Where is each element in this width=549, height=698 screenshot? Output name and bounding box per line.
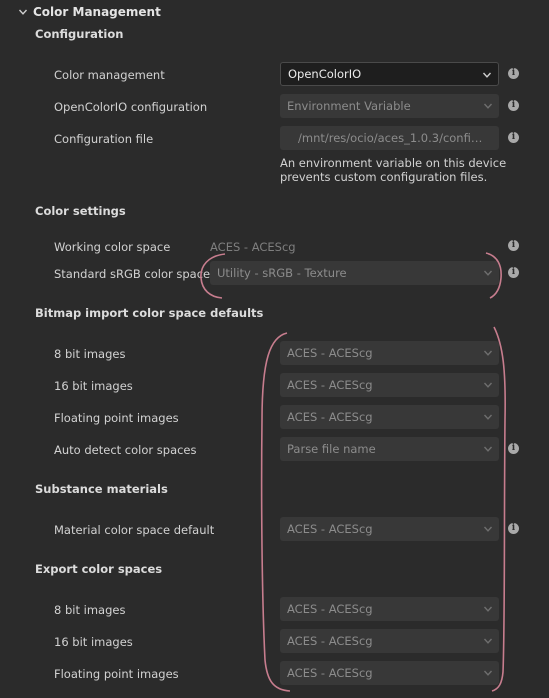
chevron-down-icon bbox=[482, 72, 492, 78]
auto-detect-select[interactable]: Parse file name bbox=[280, 437, 499, 461]
working-color-space-value: ACES - ACEScg bbox=[210, 240, 296, 254]
info-icon[interactable]: i bbox=[508, 100, 519, 111]
color-management-value: OpenColorIO bbox=[288, 67, 362, 81]
bitmap-16bit-value: ACES - ACEScg bbox=[287, 378, 373, 392]
substance-title: Substance materials bbox=[35, 482, 168, 496]
color-management-select[interactable]: OpenColorIO bbox=[280, 62, 499, 86]
bitmap-import-title: Bitmap import color space defaults bbox=[35, 306, 264, 320]
color-management-header[interactable]: Color Management bbox=[18, 5, 161, 19]
working-color-space-label: Working color space bbox=[54, 240, 171, 254]
info-icon[interactable]: i bbox=[508, 240, 519, 251]
auto-detect-label: Auto detect color spaces bbox=[54, 443, 197, 457]
info-icon[interactable]: i bbox=[508, 68, 519, 79]
info-icon[interactable]: i bbox=[508, 267, 519, 278]
info-icon[interactable]: i bbox=[508, 443, 519, 454]
chevron-down-icon bbox=[483, 414, 493, 420]
material-color-space-label: Material color space default bbox=[54, 523, 215, 537]
chevron-down-icon bbox=[18, 9, 28, 15]
export-16bit-value: ACES - ACEScg bbox=[287, 634, 373, 648]
material-color-space-value: ACES - ACEScg bbox=[287, 522, 373, 536]
bitmap-8bit-select[interactable]: ACES - ACEScg bbox=[280, 341, 499, 365]
bitmap-8bit-label: 8 bit images bbox=[54, 347, 126, 361]
bitmap-float-select[interactable]: ACES - ACEScg bbox=[280, 405, 499, 429]
bitmap-float-value: ACES - ACEScg bbox=[287, 410, 373, 424]
ocio-config-select[interactable]: Environment Variable bbox=[280, 94, 499, 118]
bitmap-float-label: Floating point images bbox=[54, 411, 179, 425]
chevron-down-icon bbox=[483, 670, 493, 676]
color-settings-title: Color settings bbox=[35, 204, 126, 218]
export-8bit-value: ACES - ACEScg bbox=[287, 602, 373, 616]
export-float-label: Floating point images bbox=[54, 667, 179, 681]
config-file-label: Configuration file bbox=[54, 132, 154, 146]
export-8bit-label: 8 bit images bbox=[54, 603, 126, 617]
ocio-config-label: OpenColorIO configuration bbox=[54, 100, 208, 114]
chevron-down-icon bbox=[483, 270, 493, 276]
config-file-input[interactable]: /mnt/res/ocio/aces_1.0.3/config... bbox=[280, 126, 499, 150]
srgb-color-space-value: Utility - sRGB - Texture bbox=[217, 266, 347, 280]
chevron-down-icon bbox=[483, 446, 493, 452]
chevron-down-icon bbox=[483, 638, 493, 644]
chevron-down-icon bbox=[483, 382, 493, 388]
export-float-select[interactable]: ACES - ACEScg bbox=[280, 661, 499, 685]
material-color-space-select[interactable]: ACES - ACEScg bbox=[280, 517, 499, 541]
configuration-title: Configuration bbox=[35, 27, 124, 41]
bitmap-16bit-select[interactable]: ACES - ACEScg bbox=[280, 373, 499, 397]
color-management-label: Color management bbox=[54, 68, 165, 82]
export-16bit-label: 16 bit images bbox=[54, 635, 133, 649]
bitmap-16bit-label: 16 bit images bbox=[54, 379, 133, 393]
info-icon[interactable]: i bbox=[508, 523, 519, 534]
ocio-config-value: Environment Variable bbox=[287, 99, 411, 113]
bitmap-8bit-value: ACES - ACEScg bbox=[287, 346, 373, 360]
srgb-color-space-label: Standard sRGB color space bbox=[54, 267, 211, 281]
chevron-down-icon bbox=[483, 350, 493, 356]
srgb-color-space-select[interactable]: Utility - sRGB - Texture bbox=[210, 261, 499, 285]
export-8bit-select[interactable]: ACES - ACEScg bbox=[280, 597, 499, 621]
export-16bit-select[interactable]: ACES - ACEScg bbox=[280, 629, 499, 653]
chevron-down-icon bbox=[483, 103, 493, 109]
env-variable-note: An environment variable on this device p… bbox=[280, 156, 507, 184]
info-icon[interactable]: i bbox=[508, 132, 519, 143]
chevron-down-icon bbox=[483, 526, 493, 532]
export-title: Export color spaces bbox=[35, 562, 163, 576]
export-float-value: ACES - ACEScg bbox=[287, 666, 373, 680]
chevron-down-icon bbox=[483, 606, 493, 612]
header-title: Color Management bbox=[33, 5, 161, 19]
config-file-value: /mnt/res/ocio/aces_1.0.3/config... bbox=[298, 131, 488, 145]
auto-detect-value: Parse file name bbox=[287, 442, 376, 456]
